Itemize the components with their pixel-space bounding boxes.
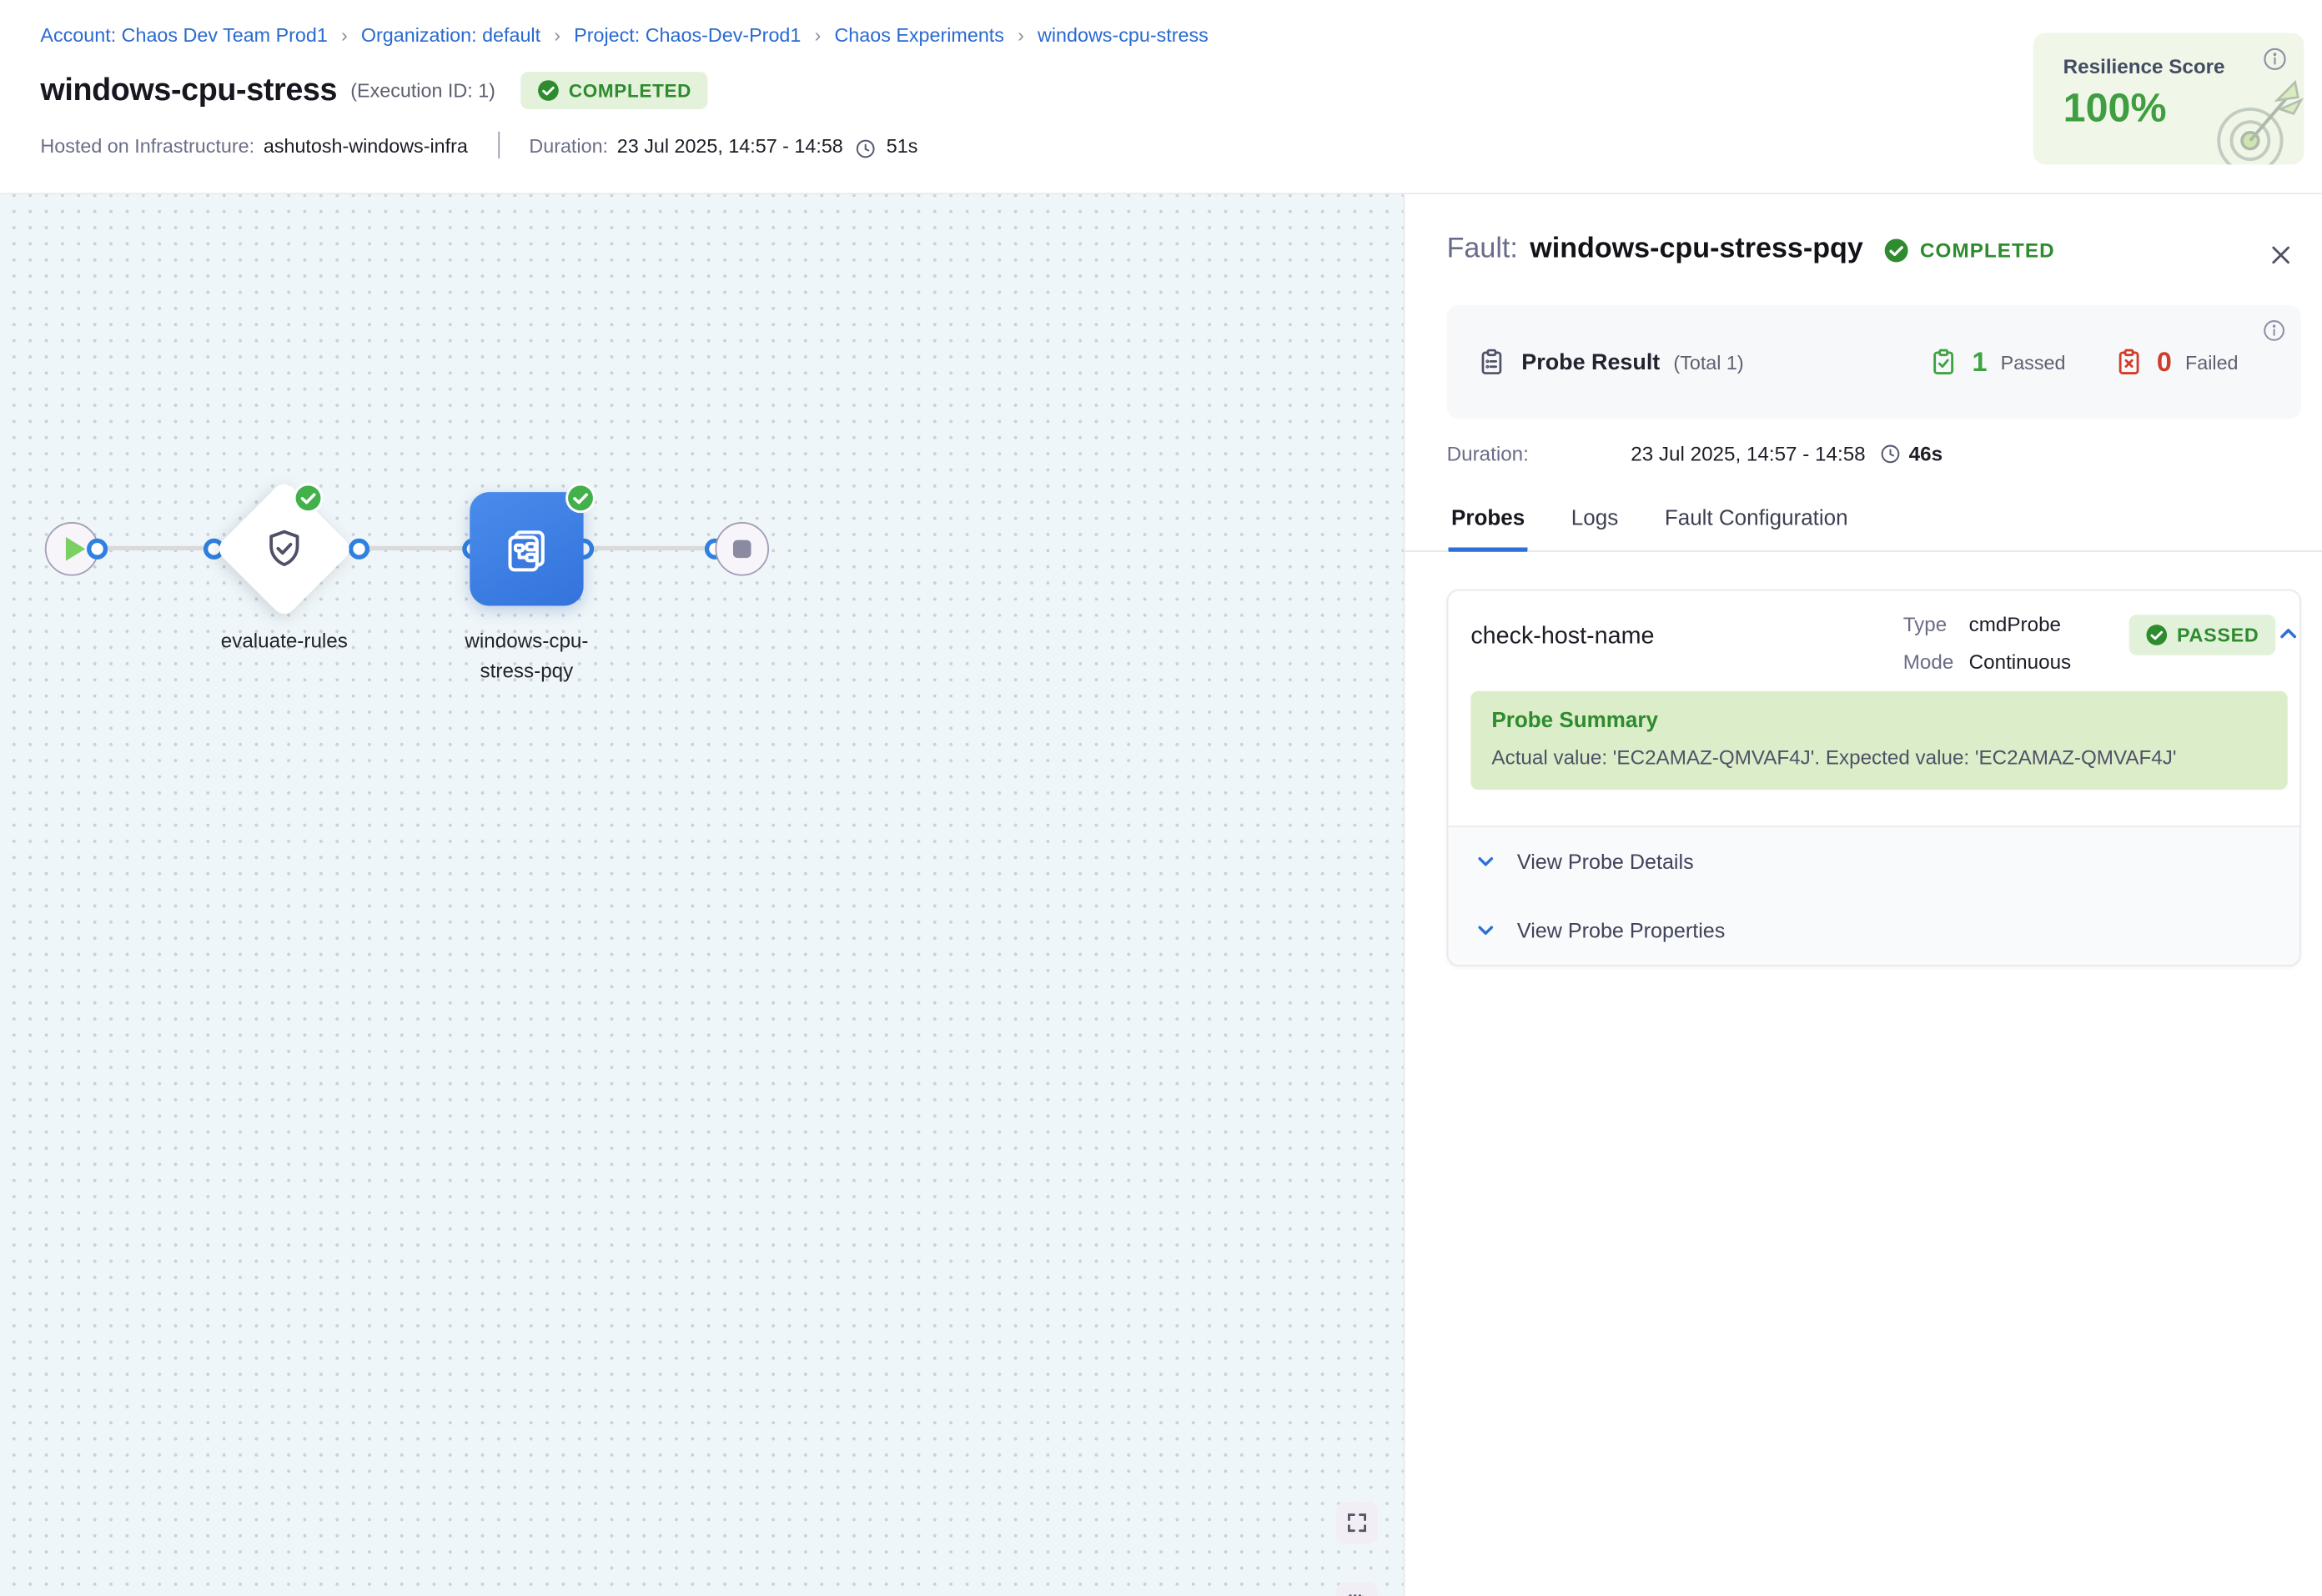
- probe-summary-text: Actual value: 'EC2AMAZ-QMVAF4J'. Expecte…: [1491, 746, 2266, 769]
- fullscreen-icon: [1345, 1511, 1370, 1535]
- pipeline-canvas[interactable]: evaluate-rules windows-cpu-stress-pqy: [0, 194, 1404, 1596]
- probe-type-label: Type: [1903, 605, 1969, 643]
- fault-elapsed-time: 46s: [1909, 443, 1943, 465]
- chevron-down-icon: [1474, 918, 1498, 942]
- probe-result-title: Probe Result: [1521, 349, 1660, 374]
- probe-mode-value: Continuous: [1969, 643, 2072, 680]
- fault-label: Fault:: [1447, 233, 1518, 266]
- info-icon[interactable]: [2262, 319, 2286, 343]
- fullscreen-button[interactable]: [1336, 1502, 1378, 1543]
- fault-docs-icon: [500, 522, 554, 576]
- fault-duration-label: Duration:: [1447, 443, 1631, 465]
- connector-port: [349, 539, 369, 560]
- fault-name: windows-cpu-stress-pqy: [1530, 233, 1863, 266]
- probe-name: check-host-name: [1470, 624, 1654, 650]
- connector-line: [359, 546, 473, 550]
- breadcrumb-separator: ›: [554, 24, 560, 47]
- duration-value: 23 Jul 2025, 14:57 - 14:58: [617, 134, 843, 157]
- hosted-on-label: Hosted on Infrastructure:: [40, 134, 254, 157]
- fault-status-badge: COMPLETED: [1884, 237, 2055, 262]
- clipboard-icon: [1476, 347, 1506, 377]
- probe-summary-box: Probe Summary Actual value: 'EC2AMAZ-QMV…: [1470, 691, 2287, 790]
- elapsed-time: 51s: [887, 134, 918, 157]
- marquee-select-icon: [1345, 1592, 1370, 1596]
- passed-label: Passed: [2001, 351, 2066, 374]
- panel-tabs: Probes Logs Fault Configuration: [1405, 495, 2322, 552]
- check-circle-icon: [2145, 624, 2168, 646]
- check-circle-icon: [1884, 237, 1909, 262]
- tab-logs[interactable]: Logs: [1568, 495, 1621, 552]
- clock-icon: [1879, 443, 1902, 465]
- clipboard-x-icon: [2113, 347, 2144, 377]
- clock-icon: [855, 137, 877, 159]
- breadcrumb-separator: ›: [815, 24, 822, 47]
- canvas-controls: + −: [1336, 1502, 1378, 1596]
- experiment-status-badge: COMPLETED: [520, 72, 707, 109]
- node-evaluate-rules[interactable]: [214, 479, 354, 619]
- tab-fault-configuration[interactable]: Fault Configuration: [1661, 495, 1851, 552]
- view-probe-properties-toggle[interactable]: View Probe Properties: [1448, 896, 2299, 965]
- execution-id: (Execution ID: 1): [350, 79, 495, 102]
- node-label-evaluate-rules: evaluate-rules: [194, 627, 374, 657]
- breadcrumb-separator: ›: [1018, 24, 1024, 47]
- breadcrumb-current[interactable]: windows-cpu-stress: [1038, 24, 1209, 47]
- close-panel-button[interactable]: [2262, 236, 2298, 272]
- connector-line: [98, 546, 214, 550]
- success-badge-icon: [565, 483, 596, 513]
- divider: [498, 132, 500, 158]
- failed-count: 0: [2157, 346, 2172, 378]
- view-probe-details-toggle[interactable]: View Probe Details: [1448, 827, 2299, 896]
- target-illustration: [2202, 78, 2304, 164]
- duration-label: Duration:: [529, 134, 608, 157]
- breadcrumb-separator: ›: [341, 24, 348, 47]
- probe-status-badge: PASSED: [2129, 615, 2276, 655]
- probe-result-total: (Total 1): [1673, 351, 1743, 374]
- page-header: Account: Chaos Dev Team Prod1 › Organiza…: [0, 0, 2322, 194]
- probe-card-footer: View Probe Details View Probe Properties: [1448, 826, 2299, 965]
- selection-mode-button[interactable]: [1336, 1583, 1378, 1596]
- page-title: windows-cpu-stress: [40, 73, 337, 108]
- probe-summary-title: Probe Summary: [1491, 709, 2266, 733]
- play-icon: [65, 537, 84, 561]
- fault-details-panel: Fault: windows-cpu-stress-pqy COMPLETED: [1404, 194, 2322, 1596]
- breadcrumb-organization[interactable]: Organization: default: [361, 24, 540, 47]
- probe-card: check-host-name Type cmdProbe Mode Conti…: [1447, 590, 2301, 966]
- tab-probes[interactable]: Probes: [1448, 495, 1527, 552]
- probe-mode-label: Mode: [1903, 643, 1969, 680]
- chevron-up-icon: [2275, 620, 2300, 645]
- breadcrumb-chaos-experiments[interactable]: Chaos Experiments: [834, 24, 1004, 47]
- passed-count: 1: [1973, 346, 1988, 378]
- success-badge-icon: [294, 483, 324, 513]
- chevron-down-icon: [1474, 850, 1498, 874]
- shield-check-icon: [262, 526, 307, 571]
- app-root: Account: Chaos Dev Team Prod1 › Organiza…: [0, 0, 2322, 1596]
- clipboard-check-icon: [1929, 347, 1959, 377]
- close-icon: [2268, 242, 2293, 267]
- stop-icon: [733, 540, 751, 559]
- resilience-score-card: Resilience Score 100%: [2033, 33, 2304, 164]
- node-label-windows-cpu-stress-pqy: windows-cpu-stress-pqy: [458, 627, 596, 687]
- connector-port: [87, 539, 108, 560]
- collapse-probe-button[interactable]: [2275, 620, 2300, 645]
- connector-line: [584, 546, 716, 550]
- end-node[interactable]: [715, 522, 769, 576]
- breadcrumb: Account: Chaos Dev Team Prod1 › Organiza…: [40, 24, 2322, 47]
- probe-result-card: Probe Result (Total 1) 1 Passed: [1447, 305, 2301, 419]
- breadcrumb-project[interactable]: Project: Chaos-Dev-Prod1: [574, 24, 801, 47]
- fault-duration-value: 23 Jul 2025, 14:57 - 14:58: [1631, 443, 1865, 465]
- breadcrumb-account[interactable]: Account: Chaos Dev Team Prod1: [40, 24, 327, 47]
- info-icon[interactable]: [2262, 47, 2287, 72]
- infrastructure-name: ashutosh-windows-infra: [264, 134, 468, 157]
- failed-label: Failed: [2185, 351, 2239, 374]
- probe-type-value: cmdProbe: [1969, 605, 2061, 643]
- check-circle-icon: [537, 79, 560, 102]
